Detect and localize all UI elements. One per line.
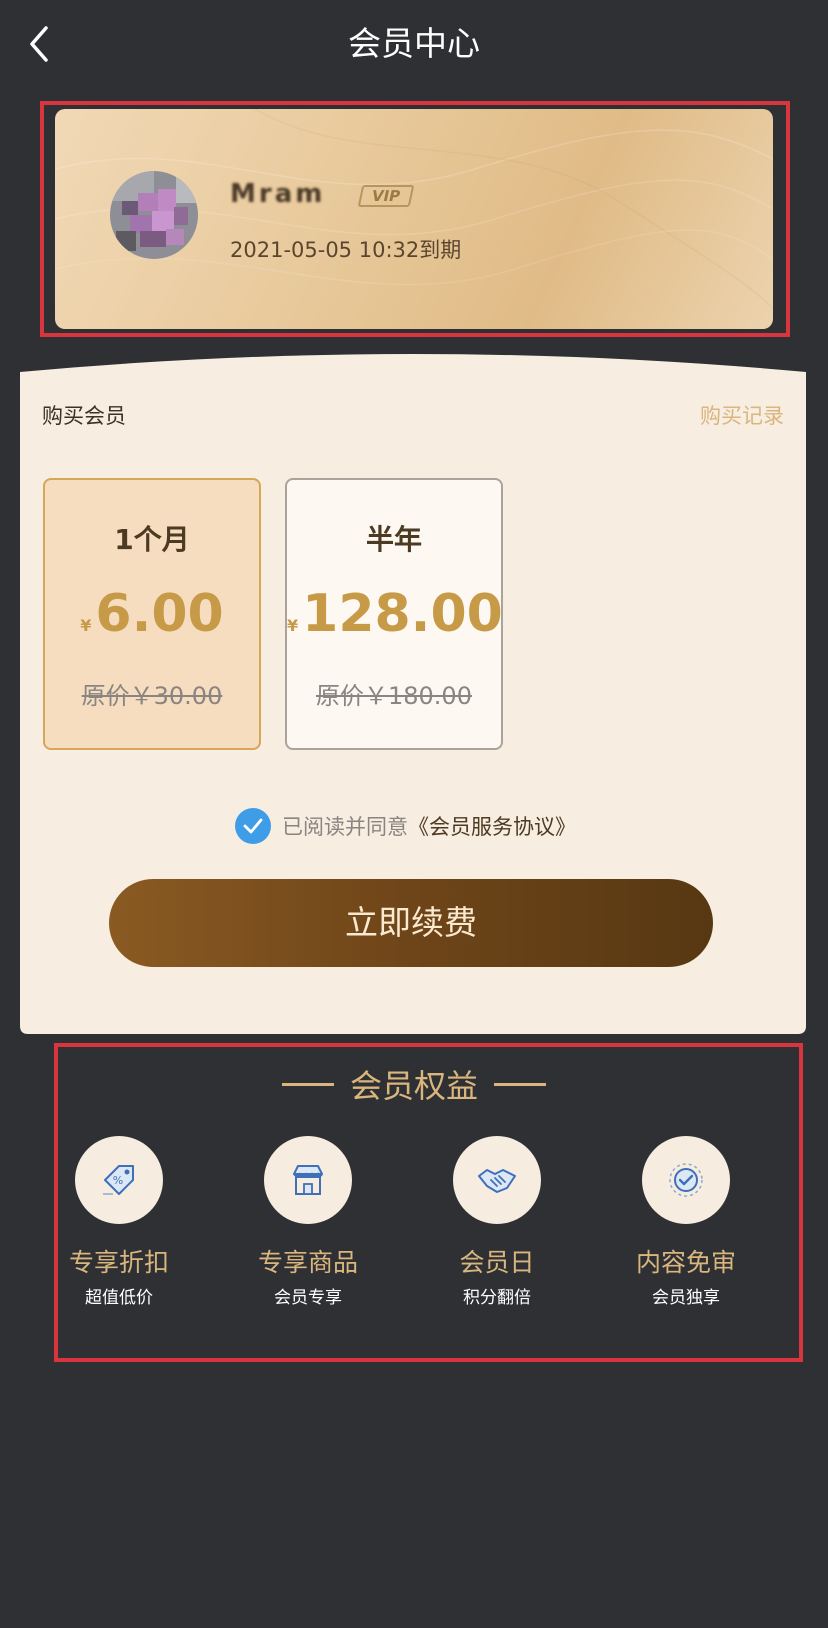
store-icon (293, 1165, 323, 1195)
benefit-subtitle: 超值低价 (85, 1288, 153, 1308)
original-price: 原价￥180.00 (316, 682, 472, 710)
plan-option-1-month[interactable]: 1个月 ¥6.00 原价￥30.00 (43, 478, 261, 750)
divider (494, 1082, 546, 1086)
benefit-title: 专享商品 (257, 1248, 358, 1277)
page-title: 会员中心 (348, 24, 480, 63)
plan-price: ¥128.00 (287, 584, 503, 644)
currency-symbol: ¥ (287, 616, 299, 635)
benefit-item-content-exempt[interactable]: 内容免审 会员独享 (596, 1136, 776, 1308)
price-amount: 6.00 (95, 584, 224, 644)
agreement-row: 已阅读并同意 《会员服务协议》 (235, 808, 576, 844)
agreement-text: 已阅读并同意 (282, 815, 408, 839)
agreement-checkbox[interactable] (235, 808, 271, 844)
purchase-panel: 购买会员 购买记录 1个月 ¥6.00 原价￥30.00 半年 ¥128.00 … (20, 352, 806, 1034)
benefit-subtitle: 会员独享 (652, 1288, 720, 1308)
service-agreement-link[interactable]: 《会员服务协议》 (408, 811, 576, 841)
benefit-icon-circle: % (75, 1136, 163, 1224)
benefit-title: 会员日 (459, 1248, 535, 1277)
benefit-subtitle: 会员专享 (274, 1288, 342, 1308)
checkmark-icon (243, 818, 263, 834)
benefit-icon-circle (264, 1136, 352, 1224)
discount-tag-icon: % (103, 1165, 134, 1195)
benefit-item-member-day[interactable]: 会员日 积分翻倍 (407, 1136, 587, 1308)
purchase-history-link[interactable]: 购买记录 (700, 400, 784, 430)
plan-name: 1个月 (114, 523, 190, 556)
original-price: 原价￥30.00 (81, 682, 223, 710)
benefit-title: 专享折扣 (68, 1248, 169, 1277)
benefit-title: 内容免审 (635, 1248, 736, 1277)
renew-now-button[interactable]: 立即续费 (109, 879, 713, 967)
divider (281, 1082, 334, 1086)
benefits-title: 会员权益 (349, 1067, 478, 1105)
highlight-box (40, 101, 790, 337)
benefits-header: 会员权益 (0, 1061, 828, 1107)
svg-text:%: % (113, 1174, 123, 1187)
verified-check-icon (669, 1163, 703, 1197)
benefit-subtitle: 积分翻倍 (463, 1288, 531, 1308)
benefit-icon-circle (453, 1136, 541, 1224)
navigation-bar: 会员中心 (0, 0, 828, 88)
benefit-item-discount[interactable]: % 专享折扣 超值低价 (29, 1136, 209, 1308)
benefit-item-products[interactable]: 专享商品 会员专享 (218, 1136, 398, 1308)
price-amount: 128.00 (302, 584, 503, 644)
currency-symbol: ¥ (80, 616, 92, 635)
plan-name: 半年 (365, 523, 422, 556)
purchase-title: 购买会员 (42, 404, 126, 428)
benefit-icon-circle (642, 1136, 730, 1224)
plan-option-half-year[interactable]: 半年 ¥128.00 原价￥180.00 (285, 478, 503, 750)
plan-price: ¥6.00 (45, 584, 259, 644)
handshake-icon (478, 1169, 516, 1193)
